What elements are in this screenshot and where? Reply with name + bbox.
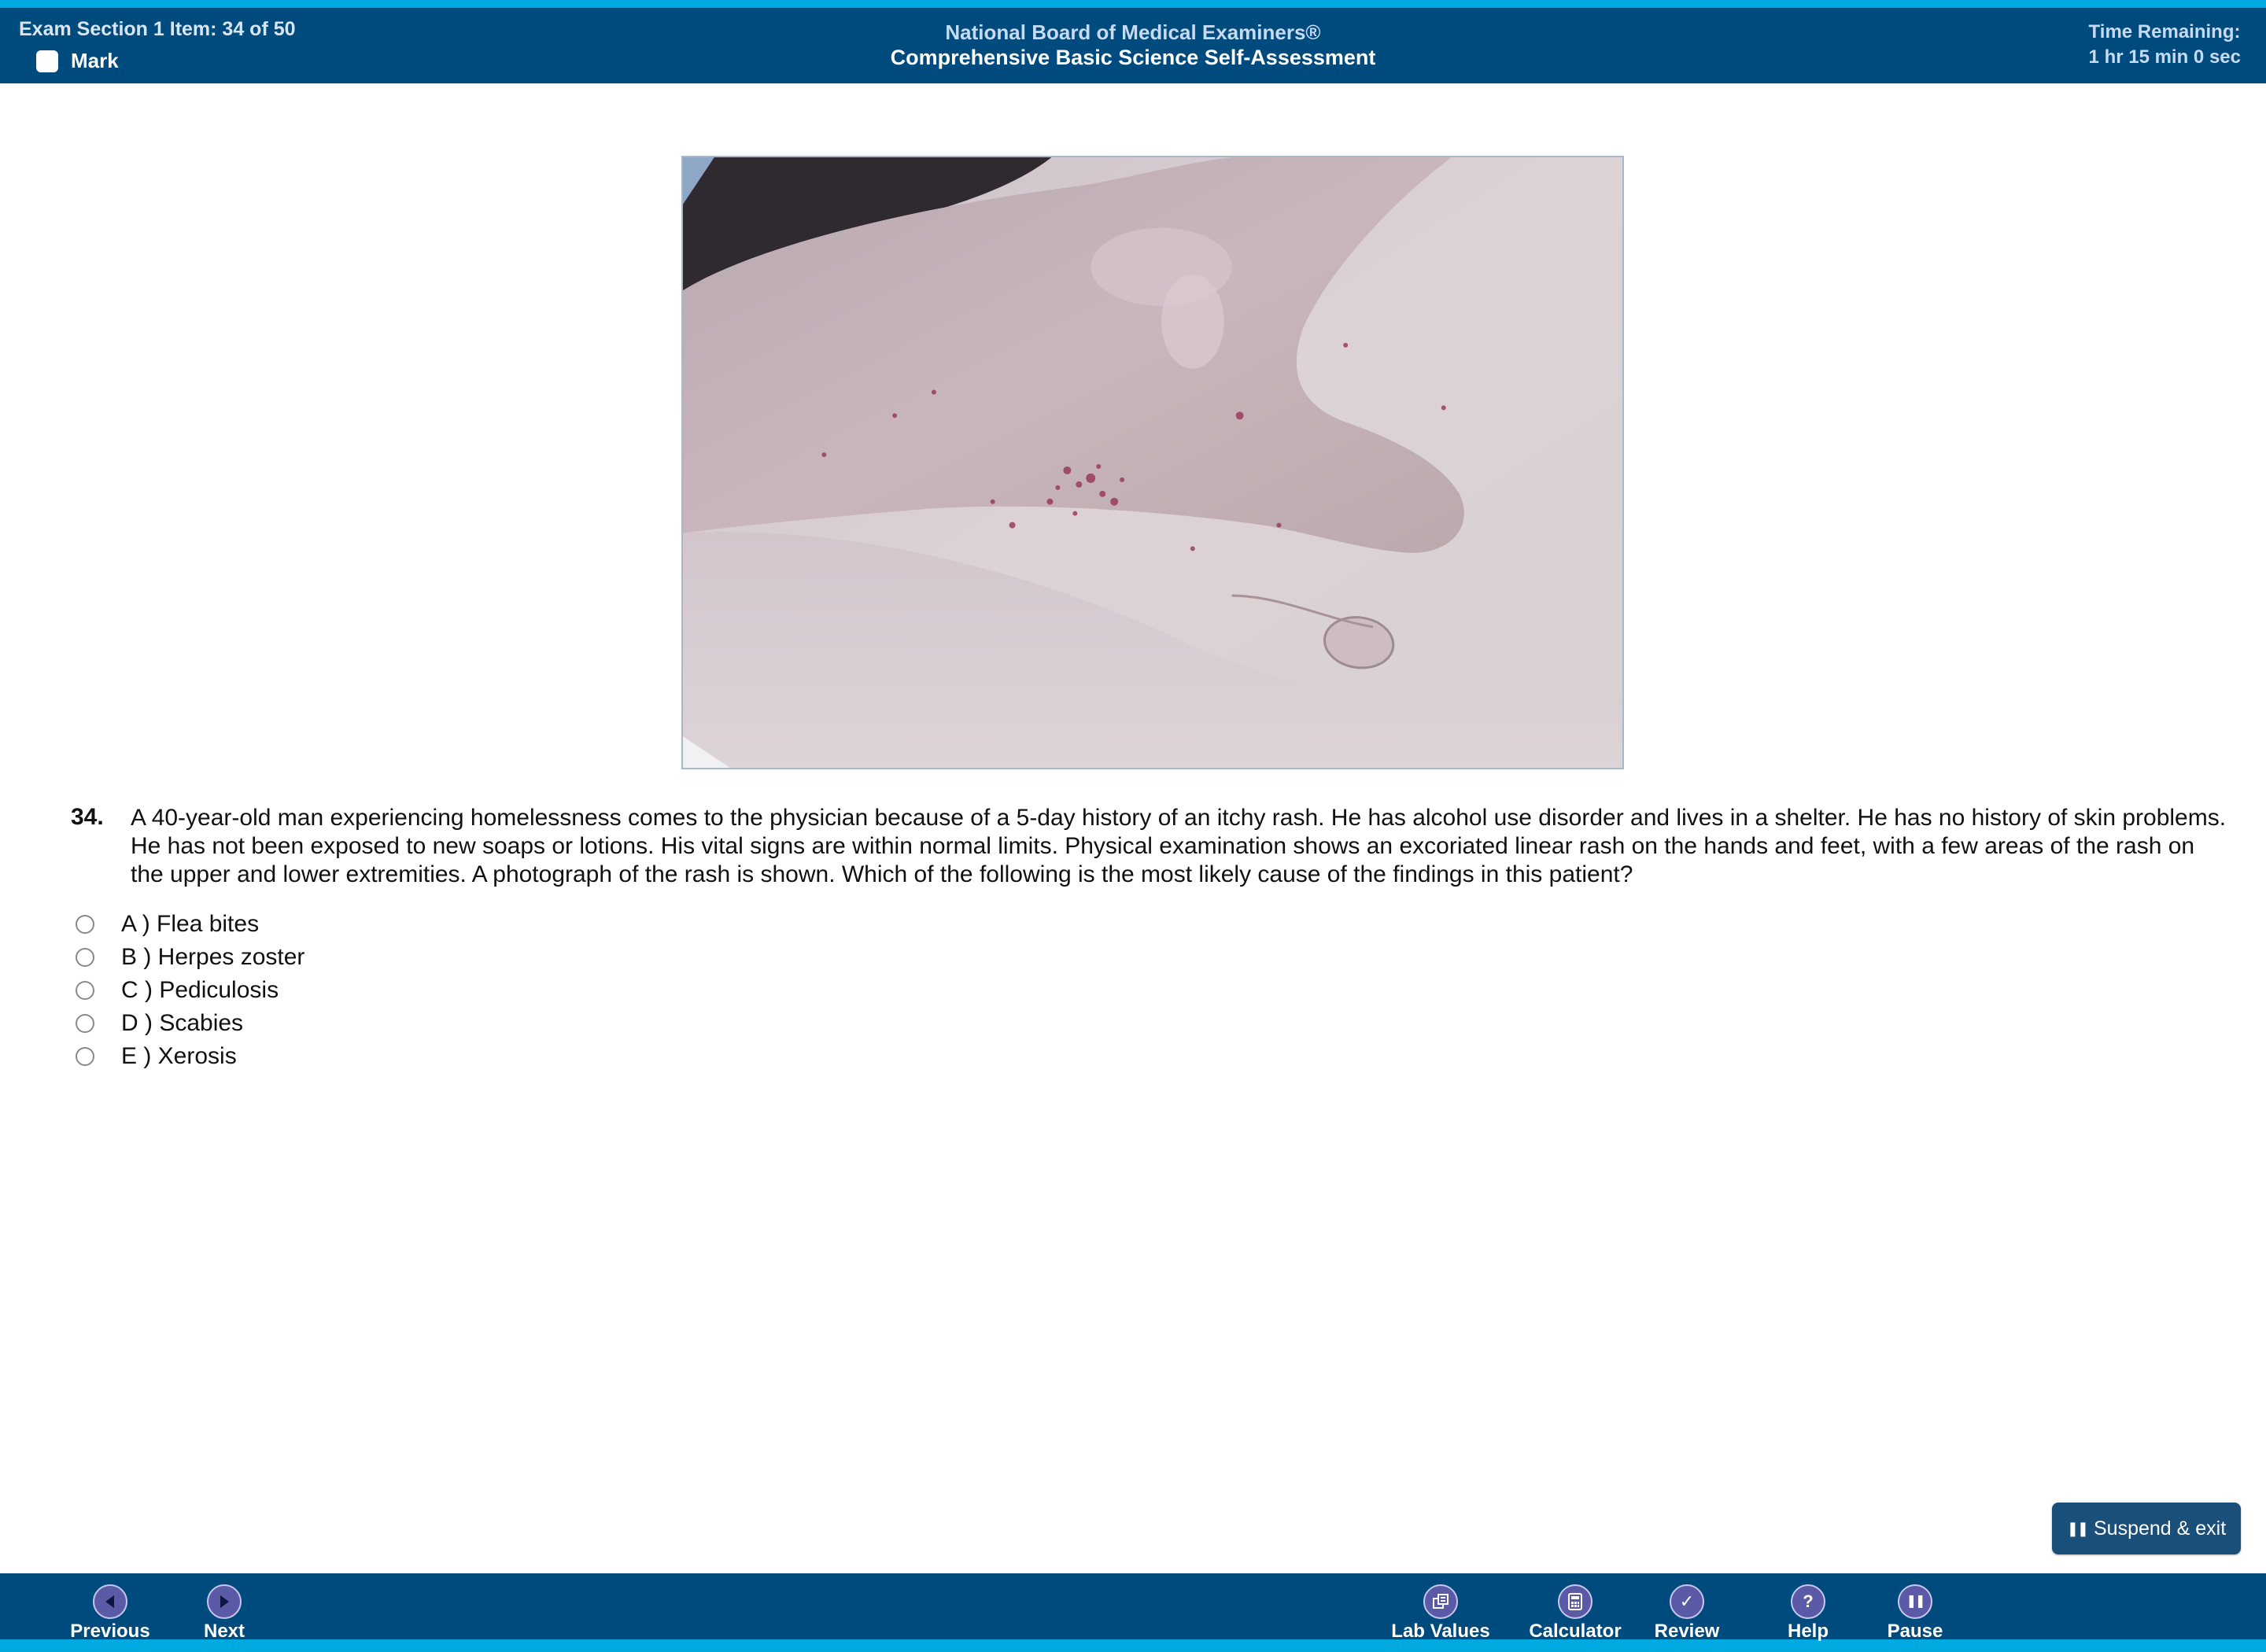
radio-button[interactable]: [76, 1014, 94, 1033]
answer-option-b[interactable]: B ) Herpes zoster: [76, 941, 304, 974]
radio-button[interactable]: [76, 1047, 94, 1066]
exam-title: National Board of Medical Examiners® Com…: [0, 20, 2266, 70]
answer-option-label: B ) Herpes zoster: [121, 944, 305, 970]
previous-button[interactable]: Previous: [55, 1584, 165, 1643]
lab-values-label: Lab Values: [1391, 1621, 1490, 1642]
time-remaining-label: Time Remaining:: [2088, 21, 2241, 42]
answer-option-c[interactable]: C ) Pediculosis: [76, 974, 304, 1007]
pause-icon: ❚❚: [1898, 1584, 1932, 1619]
answer-option-label: C ) Pediculosis: [121, 977, 279, 1003]
lab-values-icon: [1423, 1584, 1458, 1619]
review-label: Review: [1654, 1621, 1720, 1642]
header-bar: Exam Section 1 Item: 34 of 50 Mark Natio…: [0, 0, 2266, 83]
lab-values-button[interactable]: Lab Values: [1386, 1584, 1496, 1643]
question-number: 34.: [71, 804, 104, 830]
arrow-right-icon: [207, 1584, 242, 1619]
clinical-photo: [681, 156, 1624, 769]
answer-option-label: A ) Flea bites: [121, 911, 260, 937]
checkmark-icon: ✓: [1670, 1584, 1704, 1619]
review-button[interactable]: ✓ Review: [1632, 1584, 1742, 1643]
next-button[interactable]: Next: [169, 1584, 279, 1643]
suspend-exit-label: Suspend & exit: [2094, 1517, 2227, 1540]
answer-options: A ) Flea bites B ) Herpes zoster C ) Ped…: [76, 908, 304, 1073]
radio-button[interactable]: [76, 948, 94, 967]
question-block: 34. A 40-year-old man experiencing homel…: [71, 804, 2227, 889]
board-name: National Board of Medical Examiners®: [945, 20, 1321, 44]
help-label: Help: [1787, 1621, 1829, 1642]
footer-toolbar: Previous Next Lab Values Calculator ✓ Re…: [0, 1573, 2266, 1652]
pause-button[interactable]: ❚❚ Pause: [1860, 1584, 1970, 1643]
help-button[interactable]: ? Help: [1753, 1584, 1863, 1643]
next-label: Next: [203, 1621, 245, 1642]
pause-icon: ❚❚: [2066, 1520, 2089, 1536]
exam-name: Comprehensive Basic Science Self-Assessm…: [890, 46, 1376, 69]
suspend-exit-button[interactable]: ❚❚ Suspend & exit: [2052, 1503, 2241, 1554]
calculator-icon: [1558, 1584, 1592, 1619]
calculator-label: Calculator: [1529, 1621, 1622, 1642]
question-icon: ?: [1791, 1584, 1825, 1619]
answer-option-label: E ) Xerosis: [121, 1043, 237, 1069]
timer: Time Remaining: 1 hr 15 min 0 sec: [2089, 20, 2241, 70]
rash-photo-image: [683, 157, 1622, 768]
question-stem: A 40-year-old man experiencing homelessn…: [131, 805, 2227, 887]
time-remaining-value: 1 hr 15 min 0 sec: [2088, 46, 2241, 68]
answer-option-a[interactable]: A ) Flea bites: [76, 908, 304, 941]
answer-option-label: D ) Scabies: [121, 1010, 244, 1036]
pause-label: Pause: [1887, 1621, 1943, 1642]
radio-button[interactable]: [76, 915, 94, 934]
calculator-button[interactable]: Calculator: [1520, 1584, 1630, 1643]
answer-option-e[interactable]: E ) Xerosis: [76, 1040, 304, 1073]
radio-button[interactable]: [76, 981, 94, 1000]
answer-option-d[interactable]: D ) Scabies: [76, 1007, 304, 1040]
previous-label: Previous: [70, 1621, 150, 1642]
arrow-left-icon: [93, 1584, 127, 1619]
